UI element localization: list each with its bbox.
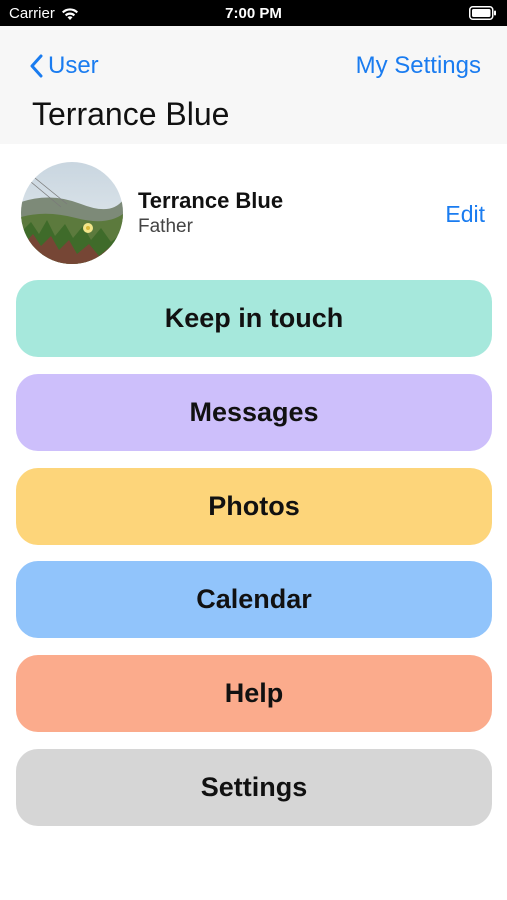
chevron-left-icon [30, 54, 43, 78]
avatar [21, 162, 123, 264]
profile-name: Terrance Blue [138, 188, 284, 213]
profile-header: Terrance Blue Father Edit [0, 144, 507, 274]
photos-button[interactable]: Photos [16, 468, 492, 545]
calendar-button[interactable]: Calendar [16, 561, 492, 638]
back-button-label: User [48, 52, 99, 79]
profile-role: Father [138, 216, 193, 237]
my-settings-button[interactable]: My Settings [356, 52, 481, 80]
settings-button[interactable]: Settings [16, 749, 492, 826]
battery-icon [469, 6, 497, 24]
help-button[interactable]: Help [16, 655, 492, 732]
page-title: Terrance Blue [32, 96, 230, 132]
navigation-bar: User My Settings Terrance Blue [0, 26, 507, 144]
status-bar: Carrier 7:00 PM [0, 0, 507, 26]
status-time: 7:00 PM [225, 5, 282, 22]
edit-button[interactable]: Edit [445, 201, 485, 228]
back-button[interactable]: User [30, 52, 99, 80]
keep-in-touch-button[interactable]: Keep in touch [16, 280, 492, 357]
messages-button[interactable]: Messages [16, 374, 492, 451]
